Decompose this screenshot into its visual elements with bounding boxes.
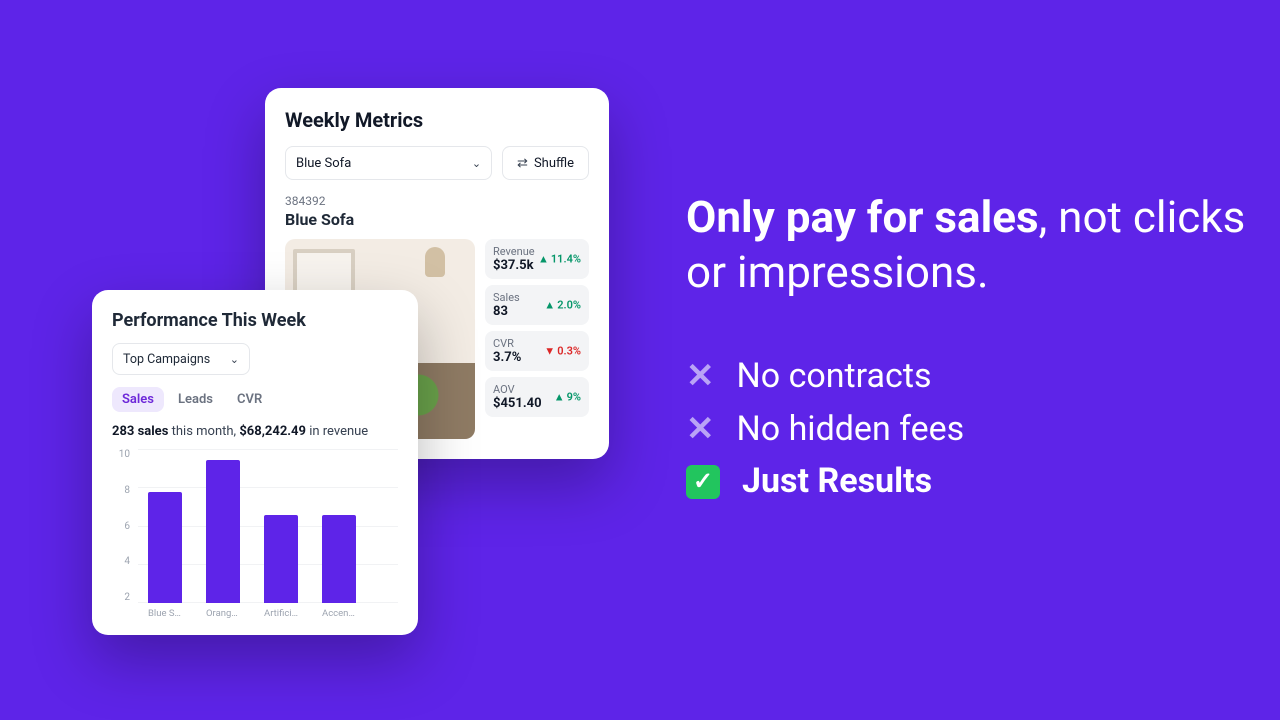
product-select[interactable]: Blue Sofa ⌄ xyxy=(285,146,492,180)
tab-cvr[interactable]: CVR xyxy=(227,387,272,412)
chart-x-label: Artificial... xyxy=(264,608,298,619)
perf-tabs: Sales Leads CVR xyxy=(112,387,398,412)
x-icon: ✕ xyxy=(686,350,715,403)
summary-sales-count: 283 sales xyxy=(112,424,168,439)
summary-revenue: $68,242.49 xyxy=(239,424,306,439)
headline: Only pay for sales, not clicks or impres… xyxy=(686,190,1280,300)
bullet-no-contracts: ✕ No contracts xyxy=(686,350,1280,403)
chart-bar xyxy=(206,460,240,603)
tab-sales[interactable]: Sales xyxy=(112,387,164,412)
campaign-select-value: Top Campaigns xyxy=(123,352,210,367)
chart-plot: Blue Sofa Orange... Artificial... Accent... xyxy=(138,449,398,619)
chart-plot-area xyxy=(138,449,398,604)
chevron-down-icon: ⌄ xyxy=(472,157,481,170)
bullet-just-results: ✓ Just Results xyxy=(686,455,1280,508)
chart-x-label: Accent... xyxy=(322,608,356,619)
headline-bold: Only pay for sales xyxy=(686,191,1039,243)
product-sku: 384392 xyxy=(285,194,589,208)
performance-card: Performance This Week Top Campaigns ⌄ Sa… xyxy=(92,290,418,635)
shuffle-button[interactable]: ⇄ Shuffle xyxy=(502,146,589,180)
chart-x-label: Blue Sofa xyxy=(148,608,182,619)
stat-delta: ▲ 2.0% xyxy=(544,299,581,312)
weekly-metrics-title: Weekly Metrics xyxy=(285,108,589,132)
bullet-text: Just Results xyxy=(742,455,932,508)
bullet-text: No hidden fees xyxy=(737,403,965,456)
check-icon: ✓ xyxy=(686,465,720,499)
stat-revenue: Revenue $37.5k ▲ 11.4% xyxy=(485,239,589,279)
x-icon: ✕ xyxy=(686,403,715,456)
chart-x-label: Orange... xyxy=(206,608,240,619)
chart-y-axis: 10 8 6 4 2 xyxy=(112,449,130,619)
chart-bar xyxy=(264,515,298,603)
tab-leads[interactable]: Leads xyxy=(168,387,223,412)
shuffle-icon: ⇄ xyxy=(517,156,528,171)
stat-sales: Sales 83 ▲ 2.0% xyxy=(485,285,589,325)
metrics-controls: Blue Sofa ⌄ ⇄ Shuffle xyxy=(285,146,589,180)
stat-cvr: CVR 3.7% ▼ 0.3% xyxy=(485,331,589,371)
performance-title: Performance This Week xyxy=(112,310,398,331)
stat-aov: AOV $451.40 ▲ 9% xyxy=(485,377,589,417)
bullet-text: No contracts xyxy=(737,350,932,403)
chevron-down-icon: ⌄ xyxy=(230,353,239,366)
bullet-list: ✕ No contracts ✕ No hidden fees ✓ Just R… xyxy=(686,350,1280,508)
marketing-copy: Only pay for sales, not clicks or impres… xyxy=(686,190,1280,508)
chart-x-axis: Blue Sofa Orange... Artificial... Accent... xyxy=(138,604,398,619)
sales-bar-chart: 10 8 6 4 2 Blue Sofa Orange... Artificial.… xyxy=(112,449,398,619)
stat-delta: ▲ 9% xyxy=(554,391,581,404)
product-select-value: Blue Sofa xyxy=(296,156,351,171)
product-name: Blue Sofa xyxy=(285,210,589,229)
bullet-no-hidden-fees: ✕ No hidden fees xyxy=(686,403,1280,456)
shuffle-label: Shuffle xyxy=(534,156,574,171)
stat-column: Revenue $37.5k ▲ 11.4% Sales 83 ▲ 2.0% C… xyxy=(485,239,589,439)
stat-delta: ▼ 0.3% xyxy=(544,345,581,358)
performance-summary: 283 sales this month, $68,242.49 in reve… xyxy=(112,424,398,439)
chart-bar xyxy=(148,492,182,603)
stat-delta: ▲ 11.4% xyxy=(538,253,581,266)
chart-bar xyxy=(322,515,356,603)
campaign-select[interactable]: Top Campaigns ⌄ xyxy=(112,343,250,375)
